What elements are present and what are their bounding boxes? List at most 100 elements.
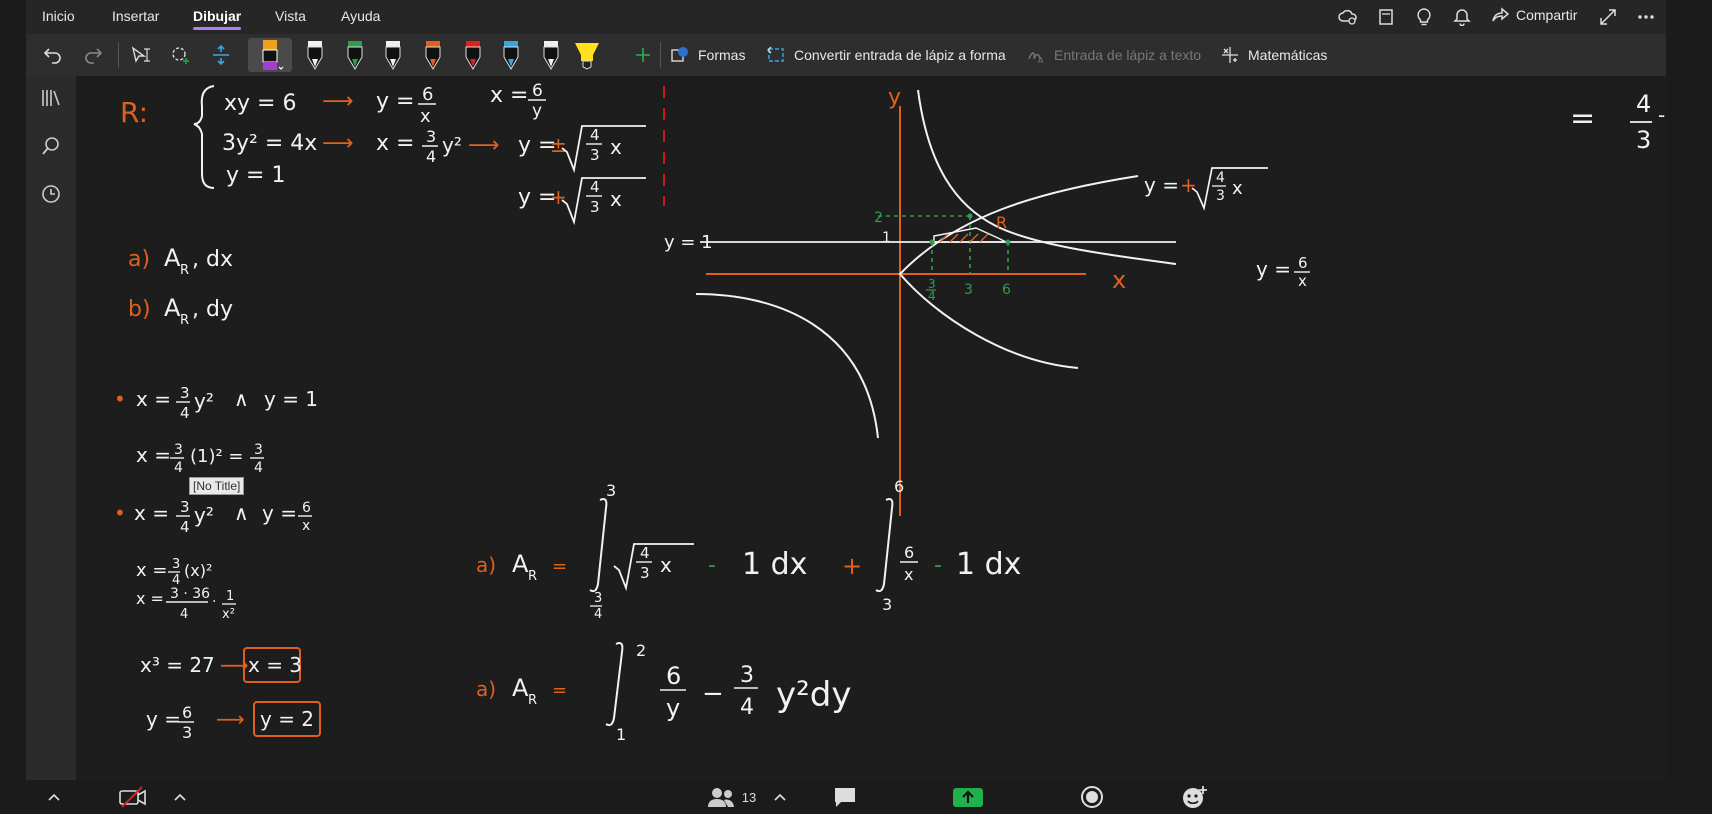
tab-dibujar[interactable]: Dibujar	[193, 8, 242, 30]
int1-one-dx: 1 dx	[742, 547, 807, 582]
pen-3[interactable]	[376, 38, 410, 72]
math-label: Matemáticas	[1248, 47, 1328, 63]
onenote-window: Inicio Insertar Dibujar Vista Ayuda Comp…	[26, 0, 1666, 780]
bell-icon[interactable]	[1450, 6, 1474, 28]
menu-bar: Inicio Insertar Dibujar Vista Ayuda Comp…	[26, 0, 1666, 34]
pen-1[interactable]	[298, 38, 332, 72]
w1-and: ∧	[234, 387, 249, 411]
pen-icon	[543, 41, 559, 70]
notebooks-icon[interactable]	[39, 86, 63, 110]
w3-den: 4	[180, 518, 190, 536]
int2-den2: 4	[740, 695, 754, 720]
sys-r2d: y²	[442, 133, 462, 157]
math-icon	[1222, 47, 1238, 63]
sys-r2b: 3	[426, 127, 436, 146]
expand-icon[interactable]	[1596, 6, 1620, 28]
int2-num: 6	[666, 662, 681, 690]
w5-mul: ·	[212, 594, 216, 610]
w2-num: 3	[174, 442, 183, 458]
int1-sqrt-var: x	[660, 553, 672, 577]
curve-label-2-num: 6	[1298, 254, 1308, 272]
chevron-up-icon[interactable]	[44, 785, 64, 809]
w2-den2: 4	[254, 460, 263, 476]
pen-5[interactable]	[456, 38, 490, 72]
tick-y-2: 2	[874, 210, 883, 226]
w1-num: 3	[180, 384, 190, 402]
shapes-button[interactable]: Formas	[670, 38, 745, 72]
math-button[interactable]: Matemáticas	[1220, 38, 1327, 72]
int2-eq: =	[552, 680, 567, 701]
camera-off-button[interactable]	[116, 785, 150, 809]
pen-icon	[503, 41, 519, 70]
sync-status-icon[interactable]	[1336, 6, 1360, 28]
ink-to-shape-button[interactable]: Convertir entrada de lápiz a forma	[766, 38, 1006, 72]
record-button[interactable]	[1078, 785, 1106, 809]
participants-chevron-icon[interactable]	[770, 785, 790, 809]
pen-6[interactable]	[494, 38, 528, 72]
tick-x-3: 3	[964, 282, 973, 298]
tab-vista[interactable]: Vista	[275, 8, 306, 24]
pen-icon	[307, 41, 323, 70]
int1b-rest: 1 dx	[956, 547, 1021, 582]
page-view-icon[interactable]	[1374, 6, 1398, 28]
pen-orange-purple-icon	[262, 40, 284, 70]
pen-8[interactable]	[570, 38, 604, 72]
tab-inicio[interactable]: Inicio	[42, 8, 75, 24]
undo-button[interactable]	[38, 38, 68, 72]
sys-r1d: x =	[490, 83, 528, 108]
system-brace	[193, 85, 215, 189]
note-canvas[interactable]: R: xy = 6 3y² = 4x y = 1 ⟶ y = 6 x x = 6…	[76, 76, 1666, 780]
tab-ayuda[interactable]: Ayuda	[341, 8, 380, 24]
tab-insertar[interactable]: Insertar	[112, 8, 159, 24]
pen-7[interactable]	[534, 38, 568, 72]
int2-den: y	[666, 694, 680, 722]
recent-icon[interactable]	[39, 182, 63, 206]
more-options-icon[interactable]	[1634, 6, 1658, 28]
int2-A: A	[512, 674, 529, 702]
sys-r1b: 6	[422, 84, 433, 105]
item-a-A: A	[164, 244, 181, 272]
redo-button[interactable]	[78, 38, 108, 72]
lasso-select-button[interactable]	[126, 38, 156, 72]
sys-r3b: +	[550, 185, 567, 209]
w7-den: 3	[182, 723, 192, 742]
system-eq-2: 3y² = 4x	[222, 131, 317, 156]
int2-upper: 2	[636, 641, 646, 660]
navigation-rail	[26, 76, 76, 780]
pen-2[interactable]	[338, 38, 372, 72]
w3-num: 3	[180, 498, 190, 516]
w2-num2: 3	[254, 442, 263, 458]
insert-space-button[interactable]	[206, 38, 236, 72]
bullet-1: •	[114, 387, 126, 411]
pen-4[interactable]	[416, 38, 450, 72]
camera-options-chevron-icon[interactable]	[170, 785, 190, 809]
int1-minus: -	[708, 553, 716, 578]
participants-button[interactable]: 13	[696, 785, 766, 809]
pen-selected[interactable]	[248, 38, 292, 72]
share-screen-icon	[953, 788, 983, 807]
lightbulb-icon[interactable]	[1412, 6, 1436, 28]
int1b-minus: -	[934, 553, 942, 578]
reactions-button[interactable]	[1180, 785, 1210, 809]
int1-lower-den: 4	[594, 607, 602, 622]
int2-minus: −	[702, 679, 724, 709]
hyperbola-branch-2	[695, 293, 879, 439]
sys-r1c: x	[420, 106, 431, 127]
ink-to-text-button[interactable]: A Entrada de lápiz a texto	[1026, 38, 1201, 72]
w7: y =	[146, 707, 181, 731]
add-space-button[interactable]	[166, 38, 196, 72]
item-a-label: a)	[128, 247, 150, 272]
bullet-2: •	[114, 501, 126, 525]
search-icon[interactable]	[39, 134, 63, 158]
chat-button[interactable]	[830, 785, 860, 809]
share-screen-button[interactable]	[952, 785, 984, 809]
pen-icon	[425, 41, 441, 70]
add-pen-button[interactable]	[630, 38, 656, 72]
w2: x =	[136, 443, 171, 467]
system-eq-3: y = 1	[226, 163, 285, 188]
int2-lower: 1	[616, 725, 626, 744]
sys-r2f: ±	[550, 133, 567, 157]
share-button[interactable]: Compartir	[1492, 6, 1577, 24]
tick-x-34-den: 4	[928, 289, 936, 303]
arrow-5: ⟶	[216, 707, 245, 731]
